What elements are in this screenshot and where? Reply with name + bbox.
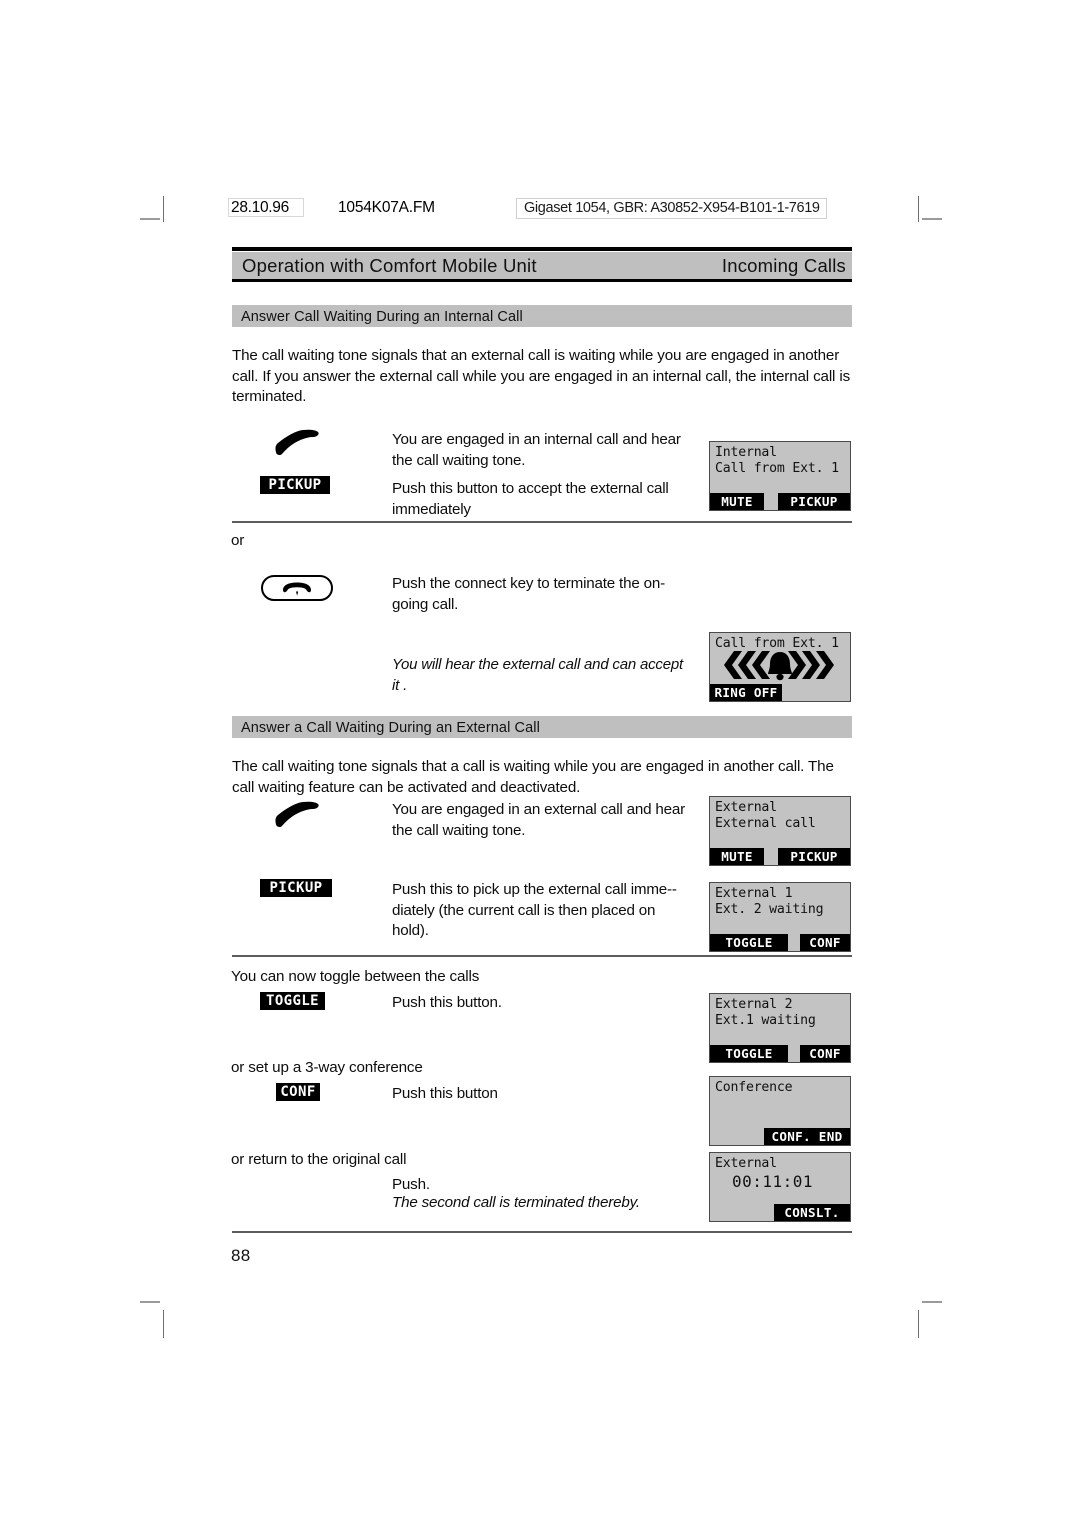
step-9-note: The second call is terminated thereby.: [392, 1194, 640, 1211]
lcd-line-2: Call from Ext. 1: [715, 461, 839, 476]
divider-rule-3: [232, 1231, 852, 1233]
crop-mark-bottom-left-horizontal: [140, 1301, 160, 1303]
lcd-display-external-1: External 1 Ext. 2 waiting TOGGLE CONF: [709, 882, 851, 952]
softkey-conf[interactable]: CONF: [276, 1083, 320, 1101]
header-section-title: Incoming Calls: [721, 255, 846, 276]
lcd-call-timer: 00:11:01: [732, 1172, 814, 1191]
step-2-description: Push this button to accept the external …: [392, 480, 669, 518]
section-paragraph-external-call: The call waiting tone signals that a cal…: [232, 758, 834, 796]
divider-rule-1: [232, 521, 852, 523]
lcd-display-conference: Conference CONF. END: [709, 1076, 851, 1146]
lcd-softkey-conslt[interactable]: CONSLT.: [774, 1204, 850, 1221]
lcd-display-ringing: Call from Ext. 1 RING OFF: [709, 632, 851, 702]
lcd-softkey-conf[interactable]: CONF: [800, 934, 850, 951]
lcd-softkey-mute[interactable]: MUTE: [710, 848, 764, 865]
lcd-display-external-2: External 2 Ext.1 waiting TOGGLE CONF: [709, 993, 851, 1063]
lcd-softkey-conf[interactable]: CONF: [800, 1045, 850, 1062]
lcd-softkey-conf-end[interactable]: CONF. END: [764, 1128, 850, 1145]
divider-rule-2: [232, 955, 852, 957]
crop-mark-bottom-right-vertical: [918, 1310, 919, 1338]
lcd-softkey-pickup[interactable]: PICKUP: [778, 493, 850, 510]
lcd-display-internal-call-waiting: Internal Call from Ext. 1 MUTE PICKUP: [709, 441, 851, 511]
running-head-date: 28.10.96: [228, 198, 304, 217]
connect-key-icon: [261, 575, 333, 601]
lcd-line-2: Ext. 2 waiting: [715, 902, 824, 917]
lcd-line-2: Ext.1 waiting: [715, 1013, 816, 1028]
running-head-filename: 1054K07A.FM: [338, 199, 435, 216]
running-head-identifier: Gigaset 1054, GBR: A30852-X954-B101-1-76…: [516, 198, 827, 219]
softkey-pickup-1[interactable]: PICKUP: [260, 476, 330, 494]
connector-or-1: or: [231, 532, 245, 549]
ringer-bell-icon: [710, 649, 850, 681]
lcd-softkey-ring-off[interactable]: RING OFF: [710, 684, 782, 701]
crop-mark-bottom-right-horizontal: [922, 1301, 942, 1303]
lcd-line-1: External: [715, 1156, 777, 1171]
step-6-description: Push this to pick up the external call i…: [392, 881, 677, 939]
handset-icon-2: [272, 800, 324, 833]
step-8-description: Push this button: [392, 1085, 498, 1102]
lcd-line-1: External 1: [715, 886, 793, 901]
conference-intro-text: or set up a 3-way conference: [231, 1059, 423, 1076]
step-7-description: Push this button.: [392, 994, 502, 1011]
lcd-line-1: Internal: [715, 445, 777, 460]
lcd-line-1: External: [715, 800, 777, 815]
softkey-pickup-2[interactable]: PICKUP: [260, 879, 332, 897]
softkey-toggle[interactable]: TOGGLE: [260, 992, 325, 1010]
lcd-line-2: External call: [715, 816, 816, 831]
lcd-softkey-mute[interactable]: MUTE: [710, 493, 764, 510]
toggle-intro-text: You can now toggle between the calls: [231, 968, 480, 985]
crop-mark-top-left-horizontal: [140, 218, 160, 220]
section-heading-external-call: Answer a Call Waiting During an External…: [232, 716, 852, 738]
lcd-softkey-pickup[interactable]: PICKUP: [778, 848, 850, 865]
step-3-description: Push the connect key to terminate the on…: [392, 575, 665, 613]
header-rule: [232, 247, 852, 251]
section-paragraph-internal-call: The call waiting tone signals that an ex…: [232, 347, 851, 405]
crop-mark-top-left-vertical: [163, 196, 164, 222]
step-4-note: You will hear the external call and can …: [392, 656, 683, 694]
return-intro-text: or return to the original call: [231, 1151, 407, 1168]
running-head: 28.10.96 1054K07A.FM Gigaset 1054, GBR: …: [228, 198, 853, 220]
lcd-line-1: Conference: [715, 1080, 793, 1095]
lcd-display-external-call-waiting: External External call MUTE PICKUP: [709, 796, 851, 866]
header-chapter-title: Operation with Comfort Mobile Unit: [242, 255, 537, 276]
lcd-display-external-timer: External 00:11:01 CONSLT.: [709, 1152, 851, 1222]
crop-mark-bottom-left-vertical: [163, 1310, 164, 1338]
document-page: 28.10.96 1054K07A.FM Gigaset 1054, GBR: …: [0, 0, 1080, 1528]
step-1-description: You are engaged in an internal call and …: [392, 431, 681, 469]
step-5-description: You are engaged in an external call and …: [392, 801, 685, 839]
lcd-softkey-toggle[interactable]: TOGGLE: [710, 1045, 788, 1062]
crop-mark-top-right-horizontal: [922, 218, 942, 220]
section-heading-internal-call: Answer Call Waiting During an Internal C…: [232, 305, 852, 327]
crop-mark-top-right-vertical: [918, 196, 919, 222]
lcd-softkey-toggle[interactable]: TOGGLE: [710, 934, 788, 951]
page-header-bar: Operation with Comfort Mobile Unit Incom…: [232, 252, 852, 282]
handset-icon: [272, 428, 324, 461]
lcd-line-1: External 2: [715, 997, 793, 1012]
page-number: 88: [231, 1246, 251, 1265]
